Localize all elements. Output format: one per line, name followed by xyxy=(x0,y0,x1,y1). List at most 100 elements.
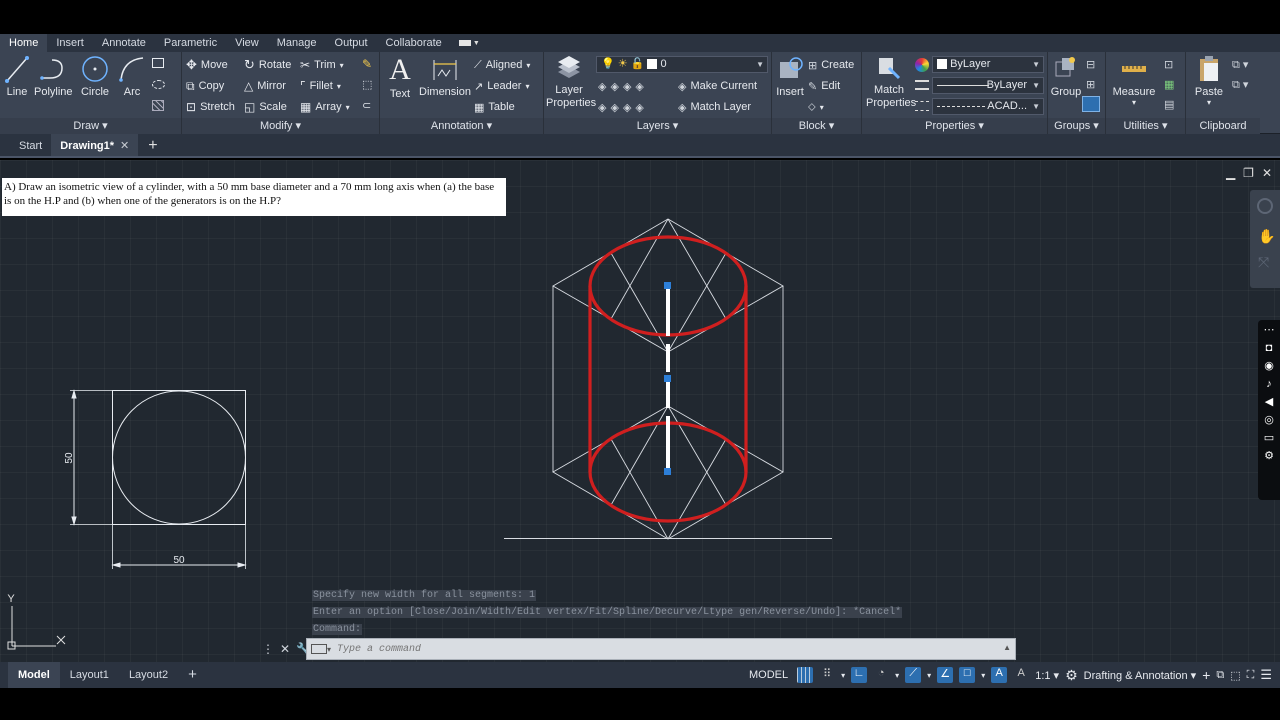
ungroup-icon[interactable]: ⊟ xyxy=(1086,58,1095,71)
fillet-button[interactable]: ⌜ Fillet ▾ xyxy=(300,77,341,95)
tab-manage[interactable]: Manage xyxy=(268,34,326,52)
tab-insert[interactable]: Insert xyxy=(47,34,93,52)
customization-menu-icon[interactable]: ☰ xyxy=(1260,667,1272,683)
rotate-button[interactable]: ↻ Rotate xyxy=(244,56,291,74)
leader-button[interactable]: ↗ Leader ▾ xyxy=(474,77,530,95)
scale-button[interactable]: ◱ Scale xyxy=(244,98,287,116)
pin-icon[interactable]: ⋯ xyxy=(1263,324,1275,336)
line-button[interactable]: Line xyxy=(4,54,30,98)
tab-output[interactable]: Output xyxy=(326,34,377,52)
hatch-icon[interactable] xyxy=(152,100,164,111)
grip-middle[interactable] xyxy=(664,375,671,382)
id-point-icon[interactable]: ▤ xyxy=(1164,98,1174,111)
lineweight-dropdown[interactable]: ByLayer ▼ xyxy=(932,77,1044,94)
layer-thaw-icon[interactable]: ◈ xyxy=(623,101,631,114)
grip-top[interactable] xyxy=(664,282,671,289)
layer-dropdown[interactable]: 💡 ☀ 🔓 0 ▼ xyxy=(596,56,768,73)
zoom-extents-icon[interactable]: ⤧ xyxy=(1258,254,1269,271)
auto-scale-icon[interactable]: A xyxy=(1013,667,1029,683)
utilities-panel-title[interactable]: Utilities ▾ xyxy=(1106,118,1185,134)
layer-on-all-icon[interactable]: ◈ xyxy=(610,101,618,114)
annotation-scale-button[interactable]: 1:1 ▾ xyxy=(1035,669,1059,682)
camera-icon[interactable]: ◘ xyxy=(1263,342,1275,354)
osnap-dropdown-icon[interactable]: ▾ xyxy=(981,671,985,680)
text-button[interactable]: A Text xyxy=(386,54,414,101)
offset-icon[interactable]: ⊂ xyxy=(362,99,371,112)
tab-annotate[interactable]: Annotate xyxy=(93,34,155,52)
trim-button[interactable]: ✂ Trim ▾ xyxy=(300,56,344,74)
rectangle-icon[interactable] xyxy=(152,58,164,68)
linetype-dropdown[interactable]: ACAD... ▼ xyxy=(932,98,1044,115)
tab-home[interactable]: Home xyxy=(0,34,48,52)
match-layer-button[interactable]: ◈ Match Layer xyxy=(678,98,751,116)
properties-panel-title[interactable]: Properties ▾ xyxy=(862,118,1047,134)
tab-collaborate[interactable]: Collaborate xyxy=(377,34,451,52)
group-selection-icon[interactable] xyxy=(1082,96,1100,112)
layout-tab-model[interactable]: Model xyxy=(8,662,60,688)
layers-panel-title[interactable]: Layers ▾ xyxy=(544,118,771,134)
grip-handle-icon[interactable]: ⋮ xyxy=(262,642,274,656)
make-current-button[interactable]: ◈ Make Current xyxy=(678,77,757,95)
layer-freeze-tool-icon[interactable]: ◈ xyxy=(623,80,631,93)
arc-button[interactable]: Arc xyxy=(116,54,148,98)
measure-button[interactable]: Measure ▾ xyxy=(1112,54,1156,107)
edit-block-button[interactable]: ✎ Edit xyxy=(808,77,840,95)
block-attribute-button[interactable]: ⬦ ▾ xyxy=(808,98,824,116)
copy-button[interactable]: ⧉ Copy xyxy=(186,77,224,95)
microphone-icon[interactable]: ♪ xyxy=(1263,378,1275,390)
close-viewport-icon[interactable]: ✕ xyxy=(1262,166,1272,180)
ellipse-icon[interactable] xyxy=(152,80,165,89)
polyline-button[interactable]: Polyline xyxy=(34,54,73,98)
workspace-gear-icon[interactable]: ⚙ xyxy=(1065,667,1078,684)
layout-tab-layout2[interactable]: Layout2 xyxy=(119,662,178,688)
fullscreen-icon[interactable]: ⛶ xyxy=(1247,669,1255,682)
new-tab-button[interactable]: + xyxy=(138,134,167,156)
close-command-icon[interactable]: ✕ xyxy=(280,642,290,656)
mirror-button[interactable]: △ Mirror xyxy=(244,77,286,95)
block-panel-title[interactable]: Block ▾ xyxy=(772,118,861,134)
grid-toggle-icon[interactable] xyxy=(797,667,814,683)
object-snap-icon[interactable]: □ xyxy=(959,667,976,683)
tab-view[interactable]: View xyxy=(226,34,268,52)
window-icon[interactable]: ▭ xyxy=(1263,432,1275,444)
snap-mode-icon[interactable]: ⠿ xyxy=(819,667,835,683)
draw-panel-title[interactable]: Draw ▾ xyxy=(0,118,181,134)
isolate-objects-icon[interactable]: ⬚ xyxy=(1230,669,1240,682)
restore-viewport-icon[interactable]: ❐ xyxy=(1243,166,1254,180)
match-properties-button[interactable]: Match Properties xyxy=(866,54,916,110)
polar-icon[interactable]: ◔ xyxy=(873,667,889,683)
layer-lock-tool-icon[interactable]: ◈ xyxy=(635,80,643,93)
copy-clip-icon[interactable]: ⧉ ▾ xyxy=(1232,58,1248,72)
settings-icon[interactable]: ⚙ xyxy=(1263,450,1275,462)
steering-wheel-icon[interactable] xyxy=(1257,198,1273,214)
file-tab-start[interactable]: Start xyxy=(10,134,51,156)
annotation-panel-title[interactable]: Annotation ▾ xyxy=(380,118,543,134)
ribbon-minimize-toggle[interactable]: ▼ xyxy=(451,34,488,52)
record-icon[interactable]: ◉ xyxy=(1263,360,1275,372)
dimension-button[interactable]: Dimension xyxy=(418,54,472,98)
insert-block-button[interactable]: Insert xyxy=(774,54,806,98)
file-tab-drawing1[interactable]: Drawing1* ✕ xyxy=(51,134,139,156)
tab-parametric[interactable]: Parametric xyxy=(155,34,226,52)
add-layout-button[interactable]: + xyxy=(178,662,207,688)
clipboard-panel-title[interactable]: Clipboard xyxy=(1186,118,1260,134)
speaker-icon[interactable]: ◀ xyxy=(1263,396,1275,408)
webcam-icon[interactable]: ◎ xyxy=(1263,414,1275,426)
object-snap-tracking-icon[interactable]: ∠ xyxy=(937,667,954,683)
aligned-button[interactable]: ⟋ Aligned ▾ xyxy=(474,56,530,74)
layout-tab-layout1[interactable]: Layout1 xyxy=(60,662,119,688)
layer-unisolate-icon[interactable]: ◈ xyxy=(598,101,606,114)
grip-bottom[interactable] xyxy=(664,468,671,475)
layer-off-icon[interactable]: ◈ xyxy=(610,80,618,93)
paste-button[interactable]: Paste ▾ xyxy=(1192,54,1226,107)
minimize-viewport-icon[interactable]: ▁ xyxy=(1226,166,1235,180)
modify-panel-title[interactable]: Modify ▾ xyxy=(182,118,379,134)
snap-dropdown-icon[interactable]: ▾ xyxy=(841,671,845,680)
cut-clip-icon[interactable]: ⧉ ▾ xyxy=(1232,78,1248,92)
calculator-icon[interactable]: ▦ xyxy=(1164,78,1174,91)
stretch-button[interactable]: ⊡ Stretch xyxy=(186,98,235,116)
units-icon[interactable]: ⧉ xyxy=(1216,669,1224,682)
pan-icon[interactable]: ✋ xyxy=(1258,228,1275,245)
quick-select-icon[interactable]: ⊡ xyxy=(1164,58,1173,71)
polar-dropdown-icon[interactable]: ▾ xyxy=(895,671,899,680)
